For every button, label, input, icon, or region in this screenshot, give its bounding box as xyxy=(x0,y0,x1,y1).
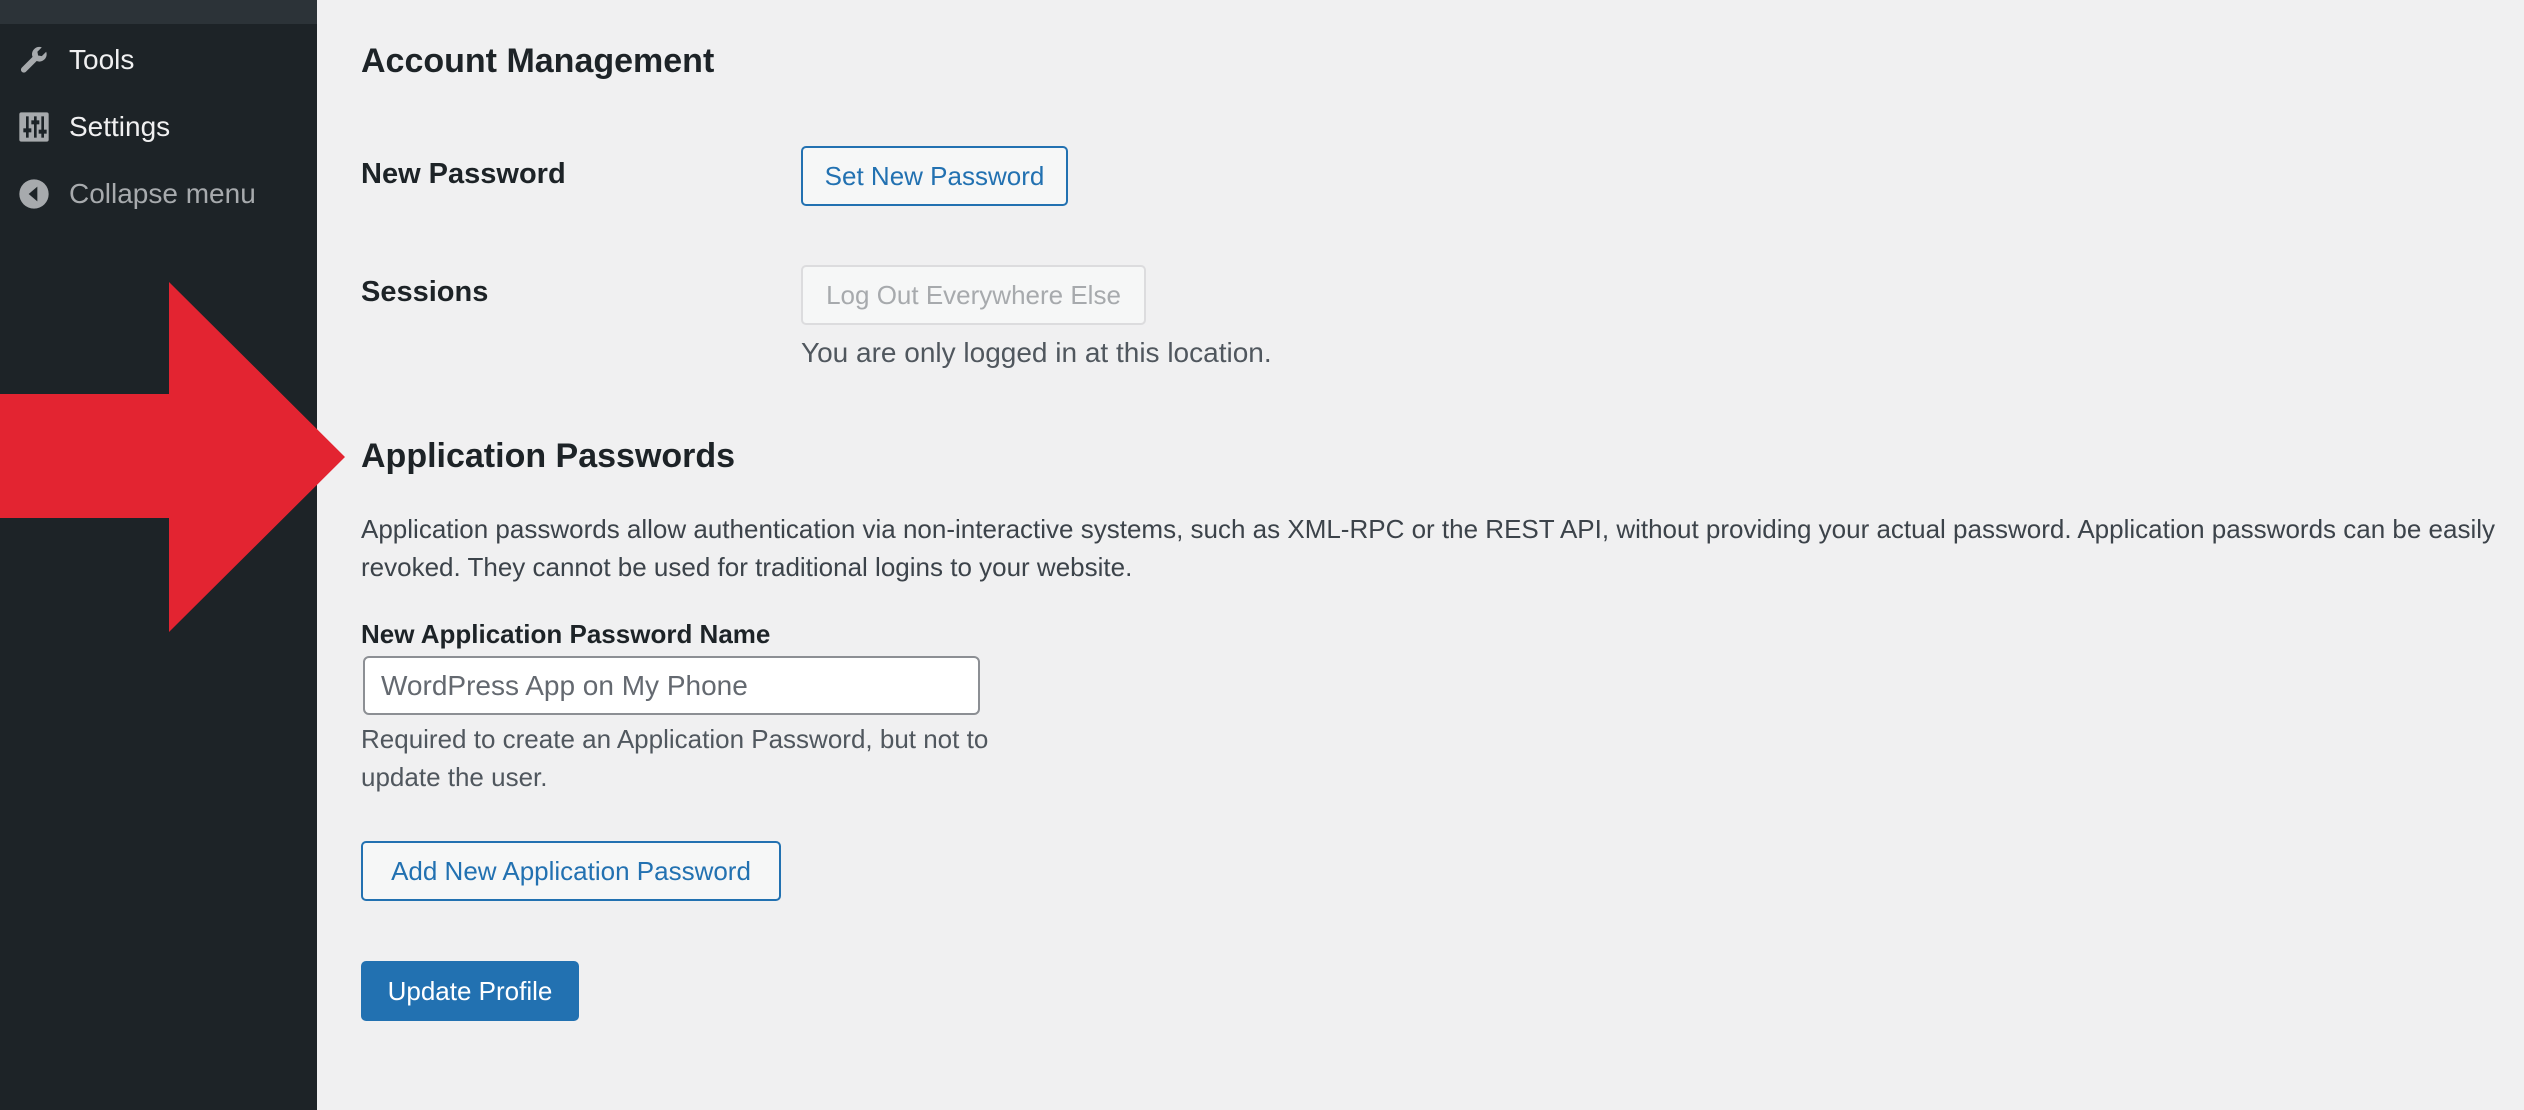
sidebar-item-label: Tools xyxy=(69,44,135,75)
wrench-icon xyxy=(16,42,52,78)
sidebar-item-label: Collapse menu xyxy=(69,178,256,209)
sidebar-item-tools[interactable]: Tools xyxy=(0,28,317,92)
sidebar-item-settings[interactable]: Settings xyxy=(0,95,317,159)
set-new-password-button[interactable]: Set New Password xyxy=(801,146,1068,206)
collapse-arrow-icon xyxy=(16,176,52,212)
admin-sidebar: Tools Settings Collapse menu xyxy=(0,0,317,1110)
collapse-menu-button[interactable]: Collapse menu xyxy=(0,162,317,226)
sliders-icon xyxy=(16,109,52,145)
sidebar-item-label: Settings xyxy=(69,111,171,142)
application-passwords-description: Application passwords allow authenticati… xyxy=(361,514,2496,582)
add-new-application-password-button[interactable]: Add New Application Password xyxy=(361,841,781,901)
new-application-password-name-label: New Application Password Name xyxy=(361,619,771,649)
section-heading-application-passwords: Application Passwords xyxy=(361,437,736,475)
sidebar-top-strip xyxy=(0,0,317,24)
sessions-label: Sessions xyxy=(361,276,489,308)
application-password-help-text: Required to create an Application Passwo… xyxy=(361,724,989,792)
application-password-name-input[interactable] xyxy=(363,656,980,715)
sessions-description: You are only logged in at this location. xyxy=(801,337,1272,368)
section-heading-account-management: Account Management xyxy=(361,42,715,80)
update-profile-button[interactable]: Update Profile xyxy=(361,961,579,1021)
new-password-label: New Password xyxy=(361,158,566,190)
log-out-everywhere-else-button[interactable]: Log Out Everywhere Else xyxy=(801,265,1146,325)
